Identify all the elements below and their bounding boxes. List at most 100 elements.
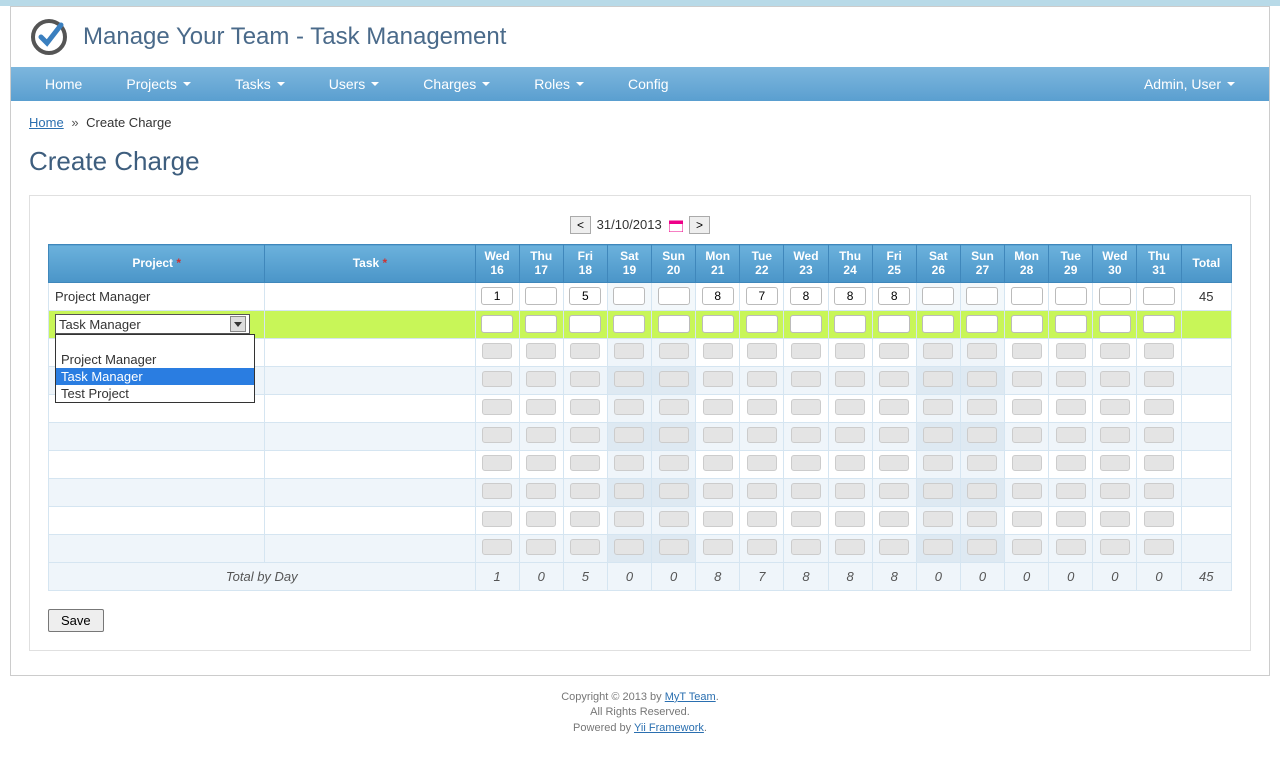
cell-day-31 — [1137, 366, 1181, 394]
disabled-cell — [835, 455, 865, 471]
hours-input[interactable] — [569, 315, 601, 333]
hours-input[interactable] — [1143, 315, 1175, 333]
date-next-button[interactable]: > — [689, 216, 710, 234]
cell-day-20 — [652, 282, 696, 310]
nav-home[interactable]: Home — [23, 67, 104, 101]
hours-input[interactable] — [658, 287, 690, 305]
cell-day-26 — [916, 310, 960, 338]
hours-input[interactable] — [834, 287, 866, 305]
disabled-cell — [747, 483, 777, 499]
hours-input[interactable] — [481, 315, 513, 333]
hours-input[interactable] — [702, 287, 734, 305]
charge-row-empty — [49, 534, 1232, 562]
hours-input[interactable] — [525, 287, 557, 305]
cell-day-20 — [652, 310, 696, 338]
cell-day-16 — [475, 534, 519, 562]
hours-input[interactable] — [834, 315, 866, 333]
project-select-cell: Task Manager Project ManagerTask Manager… — [49, 310, 265, 338]
disabled-cell — [835, 511, 865, 527]
hours-input[interactable] — [878, 315, 910, 333]
dropdown-option[interactable]: Task Manager — [56, 368, 254, 385]
disabled-cell — [747, 511, 777, 527]
save-button[interactable]: Save — [48, 609, 104, 632]
cell-day-21 — [696, 534, 740, 562]
cell-day-17 — [519, 478, 563, 506]
cell-day-19 — [607, 534, 651, 562]
cell-day-30 — [1093, 394, 1137, 422]
disabled-cell — [703, 427, 733, 443]
disabled-cell — [1100, 483, 1130, 499]
dropdown-option[interactable]: Test Project — [56, 385, 254, 402]
nav-users[interactable]: Users — [307, 67, 402, 101]
hours-input[interactable] — [790, 315, 822, 333]
hours-input[interactable] — [966, 315, 998, 333]
cell-day-31 — [1137, 506, 1181, 534]
hours-input[interactable] — [922, 315, 954, 333]
hours-input[interactable] — [966, 287, 998, 305]
breadcrumb-home[interactable]: Home — [29, 115, 64, 130]
disabled-cell — [835, 427, 865, 443]
row-total: 45 — [1181, 282, 1231, 310]
hours-input[interactable] — [481, 287, 513, 305]
hours-input[interactable] — [702, 315, 734, 333]
cell-day-28 — [1005, 338, 1049, 366]
hours-input[interactable] — [1011, 315, 1043, 333]
project-select[interactable]: Task Manager — [55, 314, 250, 334]
disabled-cell — [1012, 427, 1042, 443]
hours-input[interactable] — [790, 287, 822, 305]
nav-user-label: Admin, User — [1144, 76, 1221, 92]
hours-input[interactable] — [1055, 315, 1087, 333]
hours-input[interactable] — [878, 287, 910, 305]
hours-input[interactable] — [746, 287, 778, 305]
cell-day-31 — [1137, 282, 1181, 310]
cell-day-26 — [916, 506, 960, 534]
disabled-cell — [703, 539, 733, 555]
hours-input[interactable] — [1099, 287, 1131, 305]
cell-day-29 — [1049, 338, 1093, 366]
footer-yii-link[interactable]: Yii Framework — [634, 722, 704, 734]
nav-user-menu[interactable]: Admin, User — [1122, 67, 1257, 101]
dropdown-option[interactable] — [56, 335, 254, 351]
footer-team-link[interactable]: MyT Team — [665, 691, 716, 703]
nav-config[interactable]: Config — [606, 67, 690, 101]
calendar-icon[interactable] — [669, 220, 683, 232]
hours-input[interactable] — [1055, 287, 1087, 305]
col-day-18: Fri18 — [563, 245, 607, 283]
dropdown-option[interactable]: Project Manager — [56, 351, 254, 368]
disabled-cell — [1100, 371, 1130, 387]
hours-input[interactable] — [613, 287, 645, 305]
hours-input[interactable] — [658, 315, 690, 333]
cell-day-20 — [652, 394, 696, 422]
disabled-cell — [614, 483, 644, 499]
nav-tasks-label: Tasks — [235, 76, 271, 92]
cell-day-25 — [872, 338, 916, 366]
disabled-cell — [835, 399, 865, 415]
project-select-list: Project ManagerTask ManagerTest Project — [55, 334, 255, 403]
nav-projects[interactable]: Projects — [104, 67, 213, 101]
cell-day-31 — [1137, 450, 1181, 478]
col-day-27: Sun27 — [960, 245, 1004, 283]
disabled-cell — [923, 371, 953, 387]
disabled-cell — [614, 539, 644, 555]
cell-day-18: 5 — [563, 562, 607, 590]
cell-day-24 — [828, 282, 872, 310]
hours-input[interactable] — [746, 315, 778, 333]
cell-day-26 — [916, 534, 960, 562]
hours-input[interactable] — [525, 315, 557, 333]
nav-charges[interactable]: Charges — [401, 67, 512, 101]
cell-day-17 — [519, 338, 563, 366]
hours-input[interactable] — [1099, 315, 1131, 333]
cell-day-21 — [696, 422, 740, 450]
cell-day-16 — [475, 394, 519, 422]
nav-roles[interactable]: Roles — [512, 67, 606, 101]
hours-input[interactable] — [1143, 287, 1175, 305]
cell-day-21 — [696, 450, 740, 478]
nav-tasks[interactable]: Tasks — [213, 67, 307, 101]
cell-day-28 — [1005, 534, 1049, 562]
hours-input[interactable] — [569, 287, 601, 305]
cell-day-30 — [1093, 534, 1137, 562]
hours-input[interactable] — [1011, 287, 1043, 305]
hours-input[interactable] — [613, 315, 645, 333]
date-prev-button[interactable]: < — [570, 216, 591, 234]
hours-input[interactable] — [922, 287, 954, 305]
